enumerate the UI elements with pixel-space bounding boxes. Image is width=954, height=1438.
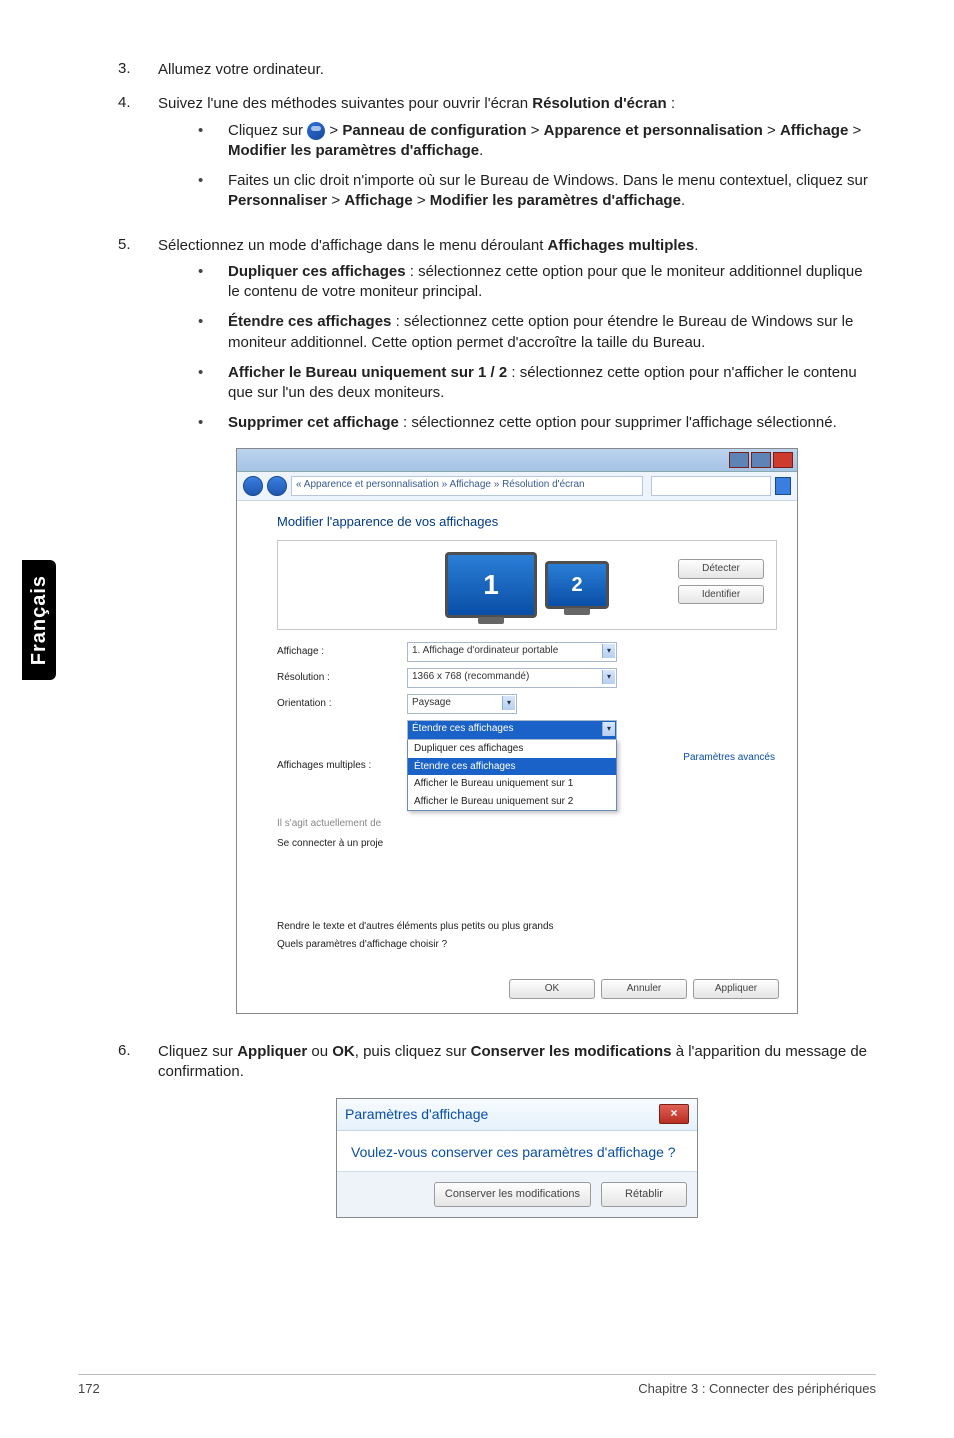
step-5-bullet-2: Étendre ces affichages : sélectionnez ce… [228,312,876,353]
windows-start-icon [307,122,325,140]
dialog-title: Paramètres d'affichage [345,1106,488,1122]
revert-button[interactable]: Rétablir [601,1182,687,1207]
step-3-number: 3. [118,60,158,77]
label-display: Affichage : [277,645,397,659]
bullet-icon: • [198,312,228,332]
page-footer: 172 Chapitre 3 : Connecter des périphéri… [78,1374,876,1396]
select-orientation[interactable]: Paysage▾ [407,694,517,714]
dialog-titlebar: Paramètres d'affichage × [337,1099,697,1131]
monitor-2[interactable]: 2 [545,561,609,609]
step-5-bullet-4: Supprimer cet affichage : sélectionnez c… [228,413,876,433]
identify-button[interactable]: Identifier [678,585,764,605]
step-5-intro: Sélectionnez un mode d'affichage dans le… [158,237,698,254]
cancel-button[interactable]: Annuler [601,979,687,999]
step-5-number: 5. [118,236,158,253]
select-resolution[interactable]: 1366 x 768 (recommandé)▾ [407,668,617,688]
confirm-question: Voulez-vous conserver ces paramètres d'a… [351,1143,683,1161]
detect-button[interactable]: Détecter [678,559,764,579]
label-multiple-displays: Affichages multiples : [277,759,397,773]
label-resolution: Résolution : [277,671,397,685]
step-5-bullet-1: Dupliquer ces affichages : sélectionnez … [228,262,876,303]
close-button[interactable]: × [659,1104,689,1124]
bullet-icon: • [198,171,228,191]
step-4-number: 4. [118,94,158,111]
chevron-down-icon: ▾ [602,670,615,684]
ok-button[interactable]: OK [509,979,595,999]
search-input[interactable] [651,476,771,496]
search-button[interactable] [775,477,791,495]
screenshot-resolution-dialog: « Apparence et personnalisation » Affich… [236,448,798,1014]
step-4-bullet-1: Cliquez sur > Panneau de configuration >… [228,121,876,162]
bullet-icon: • [198,413,228,433]
window-close-button[interactable] [773,452,793,468]
chapter-label: Chapitre 3 : Connecter des périphériques [638,1381,876,1396]
note-current: Il s'agit actuellement de [277,817,397,831]
dropdown-option[interactable]: Dupliquer ces affichages [408,740,616,758]
label-orientation: Orientation : [277,697,397,711]
window-min-button[interactable] [729,452,749,468]
screenshot-confirm-dialog: Paramètres d'affichage × Voulez-vous con… [336,1098,698,1218]
dialog-heading: Modifier l'apparence de vos affichages [277,513,777,531]
chevron-down-icon: ▾ [602,722,615,736]
language-tab-label: Français [28,575,51,665]
step-5-bullet-3: Afficher le Bureau uniquement sur 1 / 2 … [228,363,876,404]
monitor-preview: 1 2 Détecter Identifier [277,540,777,630]
apply-button[interactable]: Appliquer [693,979,779,999]
which-settings-link[interactable]: Quels paramètres d'affichage choisir ? [277,938,777,952]
address-bar: « Apparence et personnalisation » Affich… [237,472,797,501]
step-4-intro: Suivez l'une des méthodes suivantes pour… [158,95,675,112]
bullet-icon: • [198,363,228,383]
multiple-displays-dropdown: Dupliquer ces affichages Étendre ces aff… [407,739,617,811]
select-display[interactable]: 1. Affichage d'ordinateur portable▾ [407,642,617,662]
nav-forward-button[interactable] [267,476,287,496]
chevron-down-icon: ▾ [502,696,515,710]
keep-changes-button[interactable]: Conserver les modifications [434,1182,591,1207]
bullet-icon: • [198,262,228,282]
chevron-down-icon: ▾ [602,644,615,658]
step-6-text: Cliquez sur Appliquer ou OK, puis clique… [158,1042,876,1218]
monitor-1[interactable]: 1 [445,552,537,618]
make-text-link[interactable]: Rendre le texte et d'autres éléments plu… [277,920,777,934]
window-max-button[interactable] [751,452,771,468]
advanced-settings-link[interactable]: Paramètres avancés [683,751,775,765]
breadcrumb[interactable]: « Apparence et personnalisation » Affich… [291,476,643,496]
step-3-text: Allumez votre ordinateur. [158,60,876,80]
nav-back-button[interactable] [243,476,263,496]
dropdown-option[interactable]: Afficher le Bureau uniquement sur 2 [408,793,616,811]
step-6-number: 6. [118,1042,158,1059]
dropdown-option[interactable]: Étendre ces affichages [408,758,616,776]
dropdown-option[interactable]: Afficher le Bureau uniquement sur 1 [408,775,616,793]
step-4-bullet-2: Faites un clic droit n'importe où sur le… [228,171,876,212]
language-tab: Français [22,560,56,680]
bullet-icon: • [198,121,228,141]
window-titlebar [237,449,797,472]
page-number: 172 [78,1381,100,1396]
note-connect[interactable]: Se connecter à un proje [277,837,397,851]
select-multiple-displays[interactable]: Étendre ces affichages▾ [407,720,617,740]
